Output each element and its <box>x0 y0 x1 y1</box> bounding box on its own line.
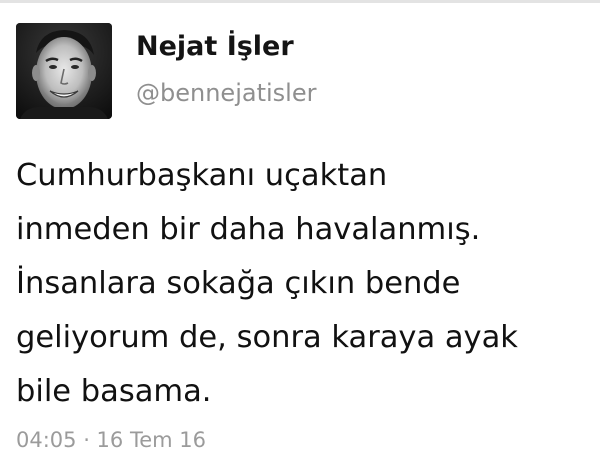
user-handle[interactable]: @bennejatisler <box>136 81 316 105</box>
tweet-text-line: inmeden bir daha havalanmış. <box>16 212 481 247</box>
tweet-text: Cumhurbaşkanı uçaktan inmeden bir daha h… <box>16 149 596 419</box>
tweet-card: Nejat İşler @bennejatisler Cumhurbaşkanı… <box>0 3 600 470</box>
avatar-photo <box>16 23 112 119</box>
tweet-timestamp[interactable]: 04:05 · 16 Tem 16 <box>16 430 206 451</box>
avatar[interactable] <box>16 23 112 119</box>
display-name[interactable]: Nejat İşler <box>136 33 294 60</box>
tweet-text-line: bile basama. <box>16 374 212 409</box>
tweet-text-line: İnsanlara sokağa çıkın bende <box>16 266 461 301</box>
tweet-text-line: geliyorum de, sonra karaya ayak <box>16 320 518 355</box>
tweet-text-line: Cumhurbaşkanı uçaktan <box>16 158 388 193</box>
